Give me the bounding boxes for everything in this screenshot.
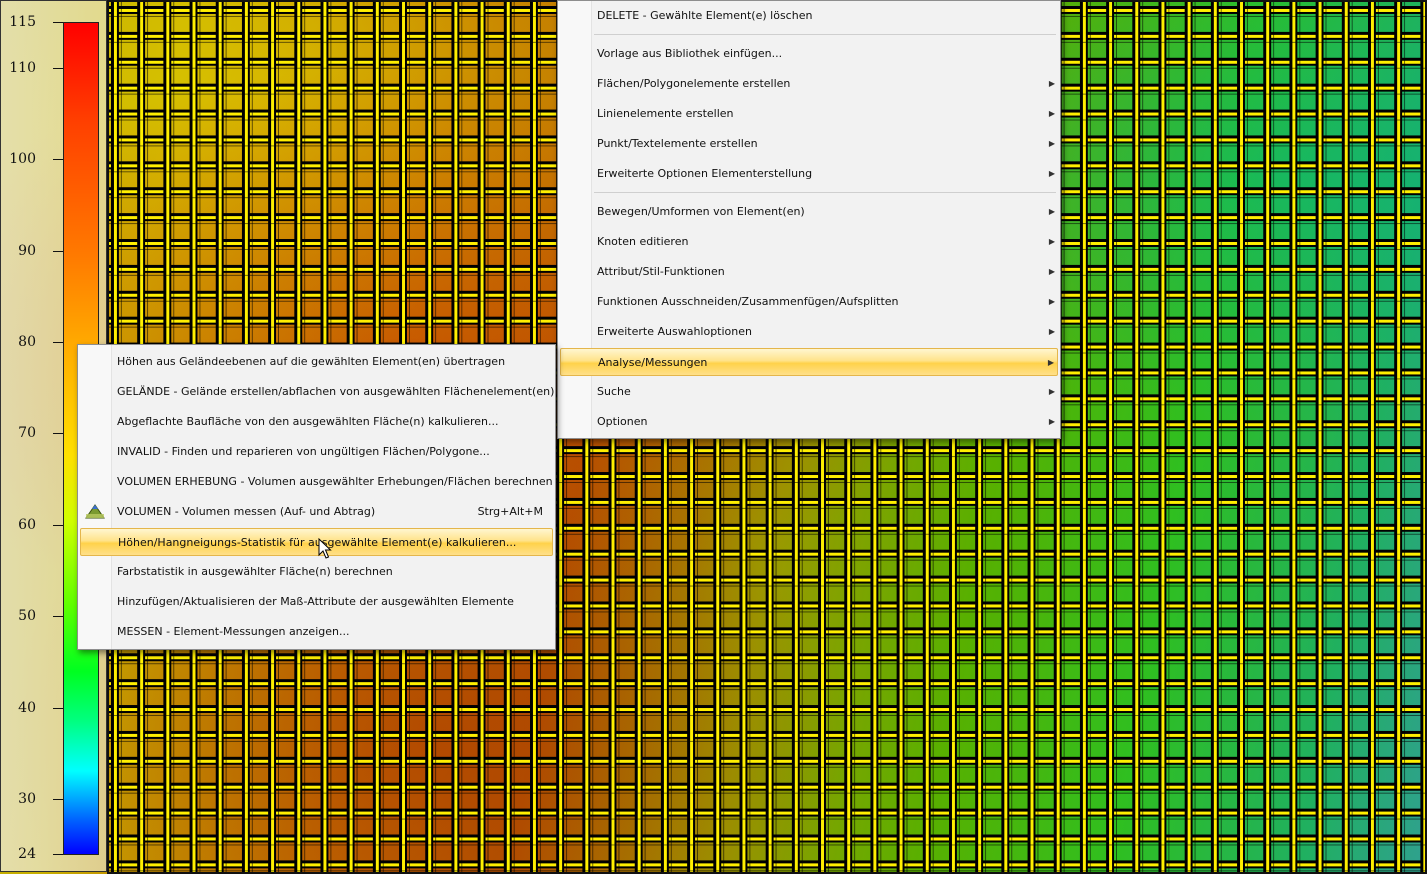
menu-item-label: Attribut/Stil-Funktionen	[597, 265, 725, 278]
submenu-arrow-icon: ▶	[1048, 109, 1055, 118]
menu-item-label: Flächen/Polygonelemente erstellen	[597, 77, 791, 90]
context-menu-item[interactable]: DELETE - Gewählte Element(e) löschen	[560, 2, 1058, 30]
legend-tick-mark	[53, 433, 63, 435]
submenu-arrow-icon: ▶	[1048, 207, 1055, 216]
context-menu-item[interactable]: Funktionen Ausschneiden/Zusammenfügen/Au…	[560, 288, 1058, 316]
shortcut-label: Strg+Alt+M	[477, 505, 543, 518]
submenu-item[interactable]: Hinzufügen/Aktualisieren der Maß-Attribu…	[80, 588, 553, 616]
context-menu-item[interactable]: Attribut/Stil-Funktionen ▶	[560, 258, 1058, 286]
context-menu-item[interactable]: Linienelemente erstellen ▶	[560, 100, 1058, 128]
legend-tick-label: 40	[18, 699, 36, 716]
legend-tick-label: 24	[18, 846, 36, 862]
submenu-arrow-icon: ▶	[1048, 139, 1055, 148]
legend-tick-label: 90	[18, 242, 36, 259]
menu-separator	[594, 192, 1056, 193]
legend-tick-mark	[53, 342, 63, 343]
legend-tick-mark	[53, 799, 63, 801]
menu-item-label: Erweiterte Auswahloptionen	[597, 325, 752, 338]
submenu-arrow-icon: ▶	[1048, 417, 1055, 426]
context-menu-item[interactable]: Punkt/Textelemente erstellen ▶	[560, 130, 1058, 158]
submenu-arrow-icon: ▶	[1048, 267, 1055, 276]
context-menu: DELETE - Gewählte Element(e) löschen Vorl…	[557, 0, 1061, 439]
legend-tick-label: 100	[9, 151, 36, 168]
submenu-item-label: Farbstatistik in ausgewählter Fläche(n) …	[117, 565, 393, 578]
context-menu-item[interactable]: Flächen/Polygonelemente erstellen ▶	[560, 70, 1058, 98]
legend-tick-mark	[53, 22, 63, 23]
submenu-arrow-icon: ▶	[1048, 297, 1055, 306]
menu-item-label: Suche	[597, 385, 631, 398]
submenu-item[interactable]: Farbstatistik in ausgewählter Fläche(n) …	[80, 558, 553, 586]
menu-item-label: DELETE - Gewählte Element(e) löschen	[597, 9, 813, 22]
submenu-item[interactable]: MESSEN - Element-Messungen anzeigen...	[80, 618, 553, 646]
submenu-item-label: MESSEN - Element-Messungen anzeigen...	[117, 625, 350, 638]
legend-tick-label: 50	[18, 608, 36, 625]
submenu-arrow-icon: ▶	[1048, 169, 1055, 178]
legend-tick-mark	[53, 854, 63, 855]
submenu-item-label: VOLUMEN - Volumen messen (Auf- und Abtra…	[117, 505, 376, 518]
volume-measure-icon	[85, 504, 105, 519]
menu-item-label: Optionen	[597, 415, 648, 428]
context-menu-item[interactable]: Analyse/Messungen ▶	[560, 348, 1058, 376]
mouse-pointer-icon	[318, 538, 332, 559]
submenu-item-label: Hinzufügen/Aktualisieren der Maß-Attribu…	[117, 595, 514, 608]
submenu-item[interactable]: VOLUMEN - Volumen messen (Auf- und Abtra…	[80, 498, 553, 526]
submenu-item[interactable]: VOLUMEN ERHEBUNG - Volumen ausgewählter …	[80, 468, 553, 496]
menu-item-label: Erweiterte Optionen Elementerstellung	[597, 167, 813, 180]
submenu-item[interactable]: GELÄNDE - Gelände erstellen/abflachen vo…	[80, 378, 555, 406]
menu-item-label: Vorlage aus Bibliothek einfügen...	[597, 47, 783, 60]
legend-tick-mark	[53, 250, 63, 252]
submenu-item-label: VOLUMEN ERHEBUNG - Volumen ausgewählter …	[117, 475, 553, 488]
submenu-item-label: GELÄNDE - Gelände erstellen/abflachen vo…	[117, 385, 555, 398]
legend-tick-mark	[53, 616, 63, 618]
submenu-item-label: Abgeflachte Baufläche von den ausgewählt…	[117, 415, 499, 428]
menu-item-label: Bewegen/Umformen von Element(en)	[597, 205, 805, 218]
legend-tick-label: 115	[9, 14, 36, 30]
legend-tick-label: 30	[18, 791, 36, 808]
submenu-arrow-icon: ▶	[1048, 387, 1055, 396]
menu-separator	[594, 34, 1056, 35]
menu-item-label: Linienelemente erstellen	[597, 107, 734, 120]
analysis-submenu: Höhen aus Geländeebenen auf die gewählte…	[77, 344, 556, 650]
menu-item-label: Funktionen Ausschneiden/Zusammenfügen/Au…	[597, 295, 899, 308]
legend-tick-mark	[53, 707, 63, 709]
legend-tick-mark	[53, 159, 63, 161]
submenu-item-label: Höhen aus Geländeebenen auf die gewählte…	[117, 355, 506, 368]
legend-tick-mark	[53, 524, 63, 526]
submenu-item[interactable]: INVALID - Finden und reparieren von ungü…	[80, 438, 553, 466]
submenu-item[interactable]: Höhen aus Geländeebenen auf die gewählte…	[80, 348, 553, 376]
legend-tick-label: 60	[18, 516, 36, 533]
legend-tick-label: 70	[18, 425, 36, 442]
legend-tick-label: 80	[18, 334, 36, 350]
menu-item-label: Punkt/Textelemente erstellen	[597, 137, 758, 150]
menu-item-label: Knoten editieren	[597, 235, 689, 248]
legend-tick-mark	[53, 67, 63, 69]
submenu-arrow-icon: ▶	[1048, 237, 1055, 246]
submenu-item[interactable]: Höhen/Hangneigungs-Statistik für ausgewä…	[80, 528, 553, 556]
context-menu-item[interactable]: Suche ▶	[560, 378, 1058, 406]
submenu-arrow-icon: ▶	[1048, 327, 1055, 336]
submenu-arrow-icon: ▶	[1047, 358, 1054, 367]
context-menu-item[interactable]: Knoten editieren ▶	[560, 228, 1058, 256]
submenu-arrow-icon: ▶	[1048, 79, 1055, 88]
context-menu-item[interactable]: Erweiterte Auswahloptionen ▶	[560, 318, 1058, 346]
context-menu-item[interactable]: Optionen ▶	[560, 408, 1058, 436]
context-menu-item[interactable]: Vorlage aus Bibliothek einfügen...	[560, 40, 1058, 68]
menu-item-label: Analyse/Messungen	[598, 356, 708, 369]
context-menu-item[interactable]: Bewegen/Umformen von Element(en) ▶	[560, 198, 1058, 226]
context-menu-item[interactable]: Erweiterte Optionen Elementerstellung ▶	[560, 160, 1058, 188]
legend-tick-label: 110	[9, 59, 36, 76]
submenu-item-label: INVALID - Finden und reparieren von ungü…	[117, 445, 490, 458]
submenu-item[interactable]: Abgeflachte Baufläche von den ausgewählt…	[80, 408, 553, 436]
